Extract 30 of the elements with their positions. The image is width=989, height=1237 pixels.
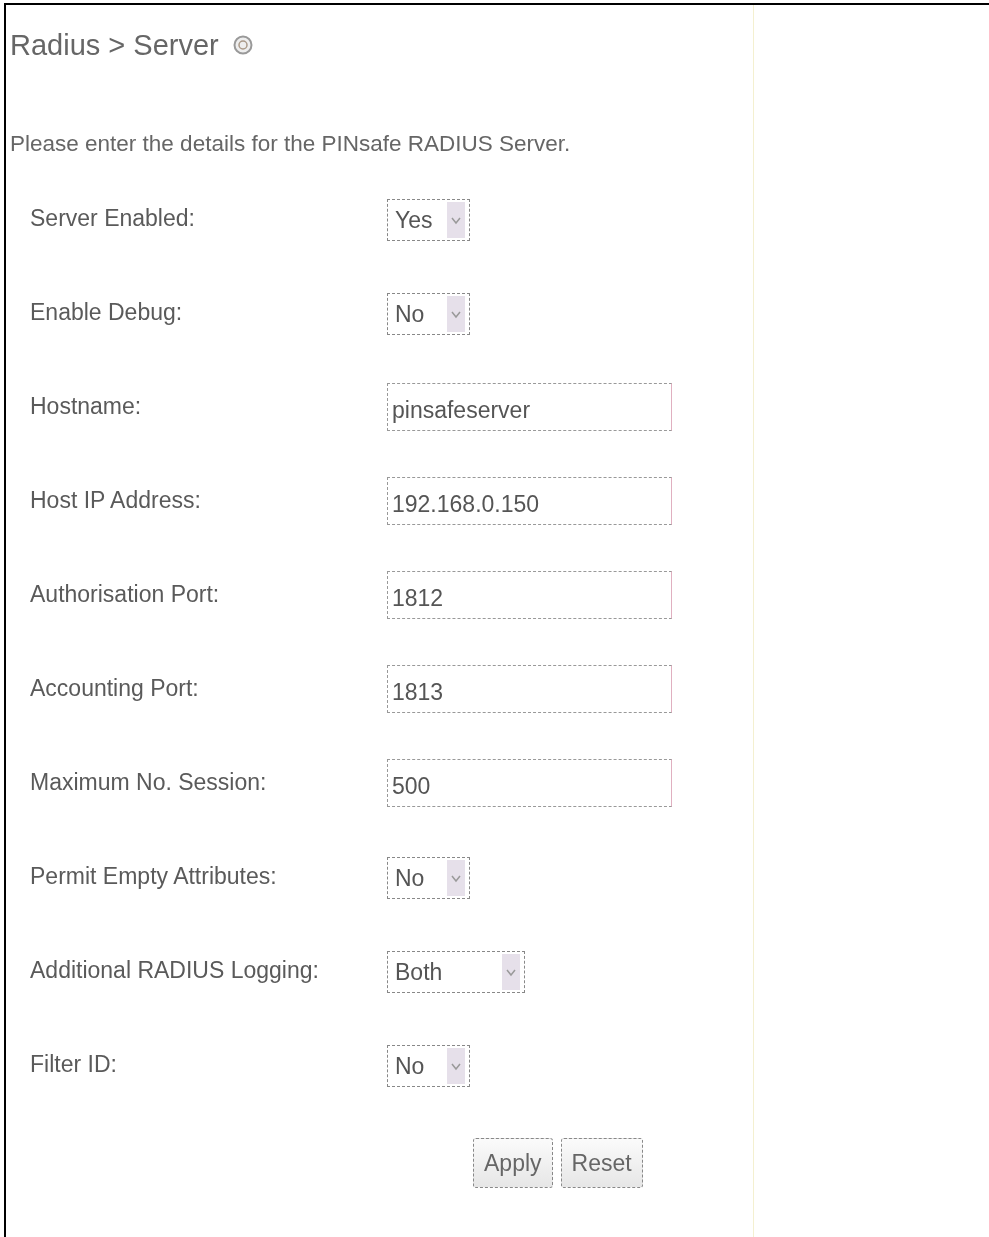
input-field[interactable]: 500 xyxy=(387,759,672,807)
field-label: Filter ID: xyxy=(30,1050,118,1078)
caret-icon xyxy=(447,202,465,238)
field-label: Host IP Address: xyxy=(30,486,202,514)
page-title: Radius > Server xyxy=(10,28,219,62)
dropdown[interactable]: Both xyxy=(387,951,525,993)
description-text: Please enter the details for the PINsafe RADIUS Server. xyxy=(10,131,572,157)
help-icon[interactable] xyxy=(232,35,253,55)
dropdown[interactable]: No xyxy=(387,857,470,899)
field-label: Maximum No. Session: xyxy=(30,768,268,796)
apply-button[interactable]: Apply xyxy=(473,1138,553,1188)
caret-icon xyxy=(502,954,520,990)
field-label: Enable Debug: xyxy=(30,298,184,326)
dropdown[interactable]: No xyxy=(387,1045,470,1087)
input-field[interactable]: pinsafeserver xyxy=(387,383,672,431)
field-label: Hostname: xyxy=(30,392,143,420)
reset-button[interactable]: Reset xyxy=(560,1138,643,1188)
caret-icon xyxy=(447,1048,465,1084)
field-label: Authorisation Port: xyxy=(30,580,221,608)
field-label: Accounting Port: xyxy=(30,674,200,702)
caret-icon xyxy=(447,296,465,332)
caret-icon xyxy=(447,860,465,896)
input-field[interactable]: 192.168.0.150 xyxy=(387,477,672,525)
input-field[interactable]: 1812 xyxy=(387,571,672,619)
dropdown[interactable]: No xyxy=(387,293,470,335)
input-field[interactable]: 1813 xyxy=(387,665,672,713)
dropdown[interactable]: Yes xyxy=(387,199,470,241)
field-label: Server Enabled: xyxy=(30,204,196,232)
field-label: Permit Empty Attributes: xyxy=(30,862,278,890)
field-label: Additional RADIUS Logging: xyxy=(30,956,320,984)
